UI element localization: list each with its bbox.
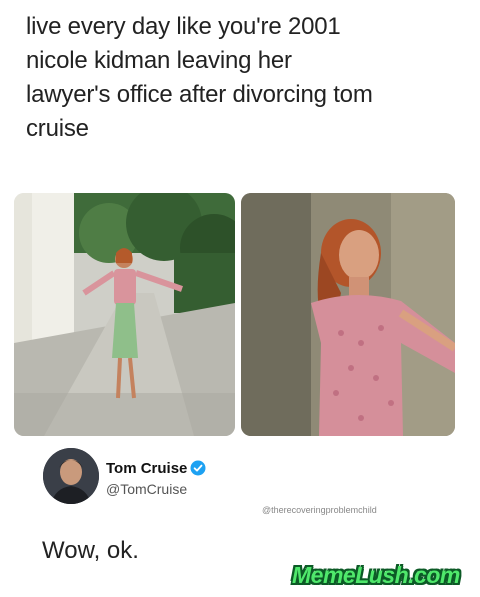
profile-avatar[interactable] bbox=[43, 448, 99, 504]
caption-line: cruise bbox=[26, 115, 89, 142]
caption-line: nicole kidman leaving her bbox=[26, 47, 292, 74]
author-name[interactable]: Tom Cruise bbox=[106, 460, 187, 477]
meme-caption: live every day like you're 2001 nicole k… bbox=[26, 10, 466, 146]
photo-woman-closeup bbox=[241, 193, 455, 436]
verified-badge-icon bbox=[190, 460, 206, 480]
author-handle[interactable]: @TomCruise bbox=[106, 481, 187, 497]
caption-line: live every day like you're 2001 bbox=[26, 13, 341, 40]
tweet-text: Wow, ok. bbox=[42, 537, 139, 564]
site-logo-watermark: MemeLush.com bbox=[292, 562, 460, 588]
photo-woman-walking-street bbox=[14, 193, 235, 436]
author-name-row[interactable]: Tom Cruise bbox=[106, 460, 206, 480]
caption-line: lawyer's office after divorcing tom bbox=[26, 81, 373, 108]
source-watermark: @therecoveringproblemchild bbox=[262, 505, 377, 515]
